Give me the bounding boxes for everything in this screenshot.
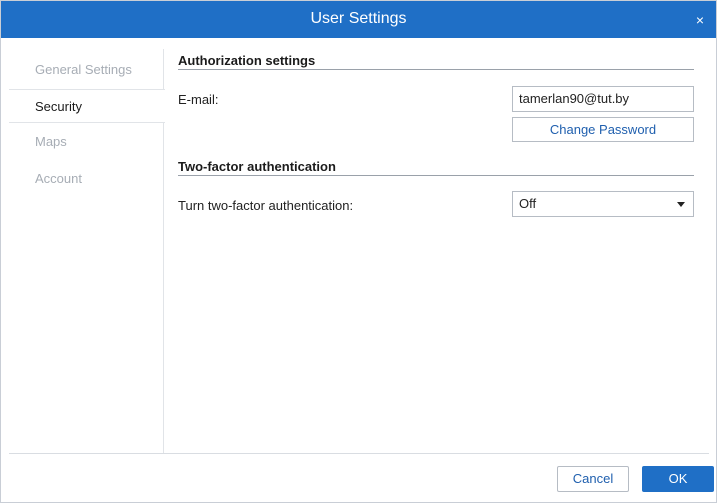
email-field[interactable]: tamerlan90@tut.by xyxy=(512,86,694,112)
footer-divider xyxy=(9,453,709,454)
section-divider xyxy=(178,69,694,70)
change-password-button[interactable]: Change Password xyxy=(512,117,694,142)
title-bar: User Settings × xyxy=(1,1,716,38)
close-icon[interactable]: × xyxy=(692,12,708,28)
two-factor-selected-value: Off xyxy=(519,196,537,211)
sidebar-item-maps[interactable]: Maps xyxy=(9,125,164,159)
dialog-title: User Settings xyxy=(310,10,407,27)
settings-sidebar: General Settings Security Maps Account xyxy=(9,49,165,453)
email-label: E-mail: xyxy=(178,92,219,107)
sidebar-item-general-settings[interactable]: General Settings xyxy=(9,53,164,87)
sidebar-item-security[interactable]: Security xyxy=(9,89,165,123)
ok-button[interactable]: OK xyxy=(642,466,714,492)
two-factor-label: Turn two-factor authentication: xyxy=(178,198,354,213)
two-factor-section-title: Two-factor authentication xyxy=(178,159,336,174)
authorization-section-title: Authorization settings xyxy=(178,53,316,68)
security-panel: Authorization settings E-mail: tamerlan9… xyxy=(178,49,694,453)
chevron-down-icon xyxy=(677,202,685,207)
user-settings-dialog: User Settings × General Settings Securit… xyxy=(0,0,717,503)
sidebar-item-account[interactable]: Account xyxy=(9,162,164,196)
two-factor-select[interactable]: Off xyxy=(512,191,694,217)
cancel-button[interactable]: Cancel xyxy=(557,466,629,492)
section-divider xyxy=(178,175,694,176)
